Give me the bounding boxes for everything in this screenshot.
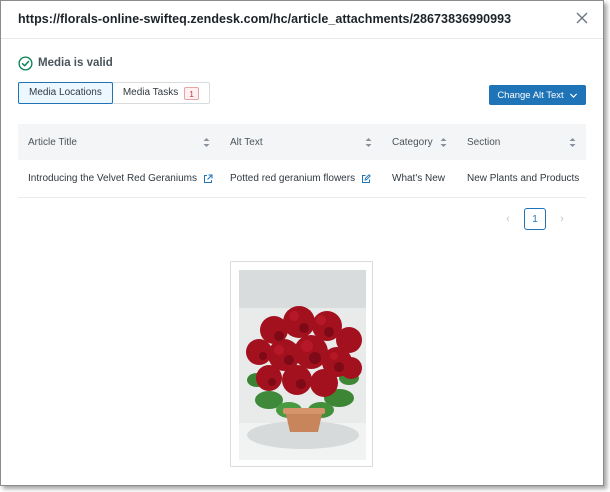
dialog-header: https://florals-online-swifteq.zendesk.c… — [1, 1, 603, 39]
table-row: Introducing the Velvet Red Geraniums Pot… — [18, 160, 586, 198]
edit-icon[interactable] — [361, 173, 371, 184]
tab-label: Media Locations — [29, 87, 102, 98]
tab-media-locations[interactable]: Media Locations — [18, 82, 113, 104]
chevron-down-icon — [569, 92, 577, 98]
table-header: Article Title Alt Text Category Section — [18, 124, 586, 160]
column-header-category[interactable]: Category — [382, 124, 457, 160]
media-preview — [230, 261, 373, 467]
column-label: Alt Text — [230, 136, 263, 148]
button-label: Change Alt Text — [497, 89, 564, 101]
column-header-section[interactable]: Section — [457, 124, 586, 160]
sort-icon — [569, 138, 576, 147]
validity-status: Media is valid — [18, 55, 113, 71]
cell-article-title: Introducing the Velvet Red Geraniums — [18, 173, 220, 184]
column-label: Section — [467, 136, 501, 148]
tab-label: Media Tasks — [122, 87, 179, 98]
cell-alt-text: Potted red geranium flowers — [220, 173, 382, 184]
media-dialog: https://florals-online-swifteq.zendesk.c… — [0, 0, 604, 486]
column-label: Article Title — [28, 136, 77, 148]
external-link-icon[interactable] — [203, 174, 213, 184]
tab-media-tasks[interactable]: Media Tasks 1 — [113, 83, 209, 103]
tab-group: Media Locations Media Tasks 1 — [18, 82, 210, 104]
next-page-button[interactable]: › — [551, 208, 573, 230]
close-icon[interactable] — [575, 11, 589, 25]
column-header-alt-text[interactable]: Alt Text — [220, 124, 382, 160]
pagination: ‹ 1 › — [497, 208, 573, 230]
sort-icon — [365, 138, 372, 147]
column-label: Category — [392, 136, 433, 148]
attachment-url-title: https://florals-online-swifteq.zendesk.c… — [18, 12, 512, 26]
column-header-article-title[interactable]: Article Title — [18, 124, 220, 160]
prev-page-button[interactable]: ‹ — [497, 208, 519, 230]
validity-status-text: Media is valid — [38, 57, 113, 69]
page-button-current[interactable]: 1 — [524, 208, 546, 230]
cell-category: What's New — [392, 173, 446, 184]
task-count-badge: 1 — [184, 86, 199, 100]
geranium-image — [239, 270, 366, 460]
sort-icon — [440, 138, 447, 147]
alt-text-value: Potted red geranium flowers — [230, 173, 356, 184]
cell-section: New Plants and Products — [467, 173, 580, 184]
check-circle-icon — [18, 55, 33, 71]
change-alt-text-button[interactable]: Change Alt Text — [489, 85, 586, 105]
sort-icon — [203, 138, 210, 147]
article-title-link[interactable]: Introducing the Velvet Red Geraniums — [28, 173, 197, 184]
media-locations-table: Article Title Alt Text Category Section … — [18, 124, 586, 198]
